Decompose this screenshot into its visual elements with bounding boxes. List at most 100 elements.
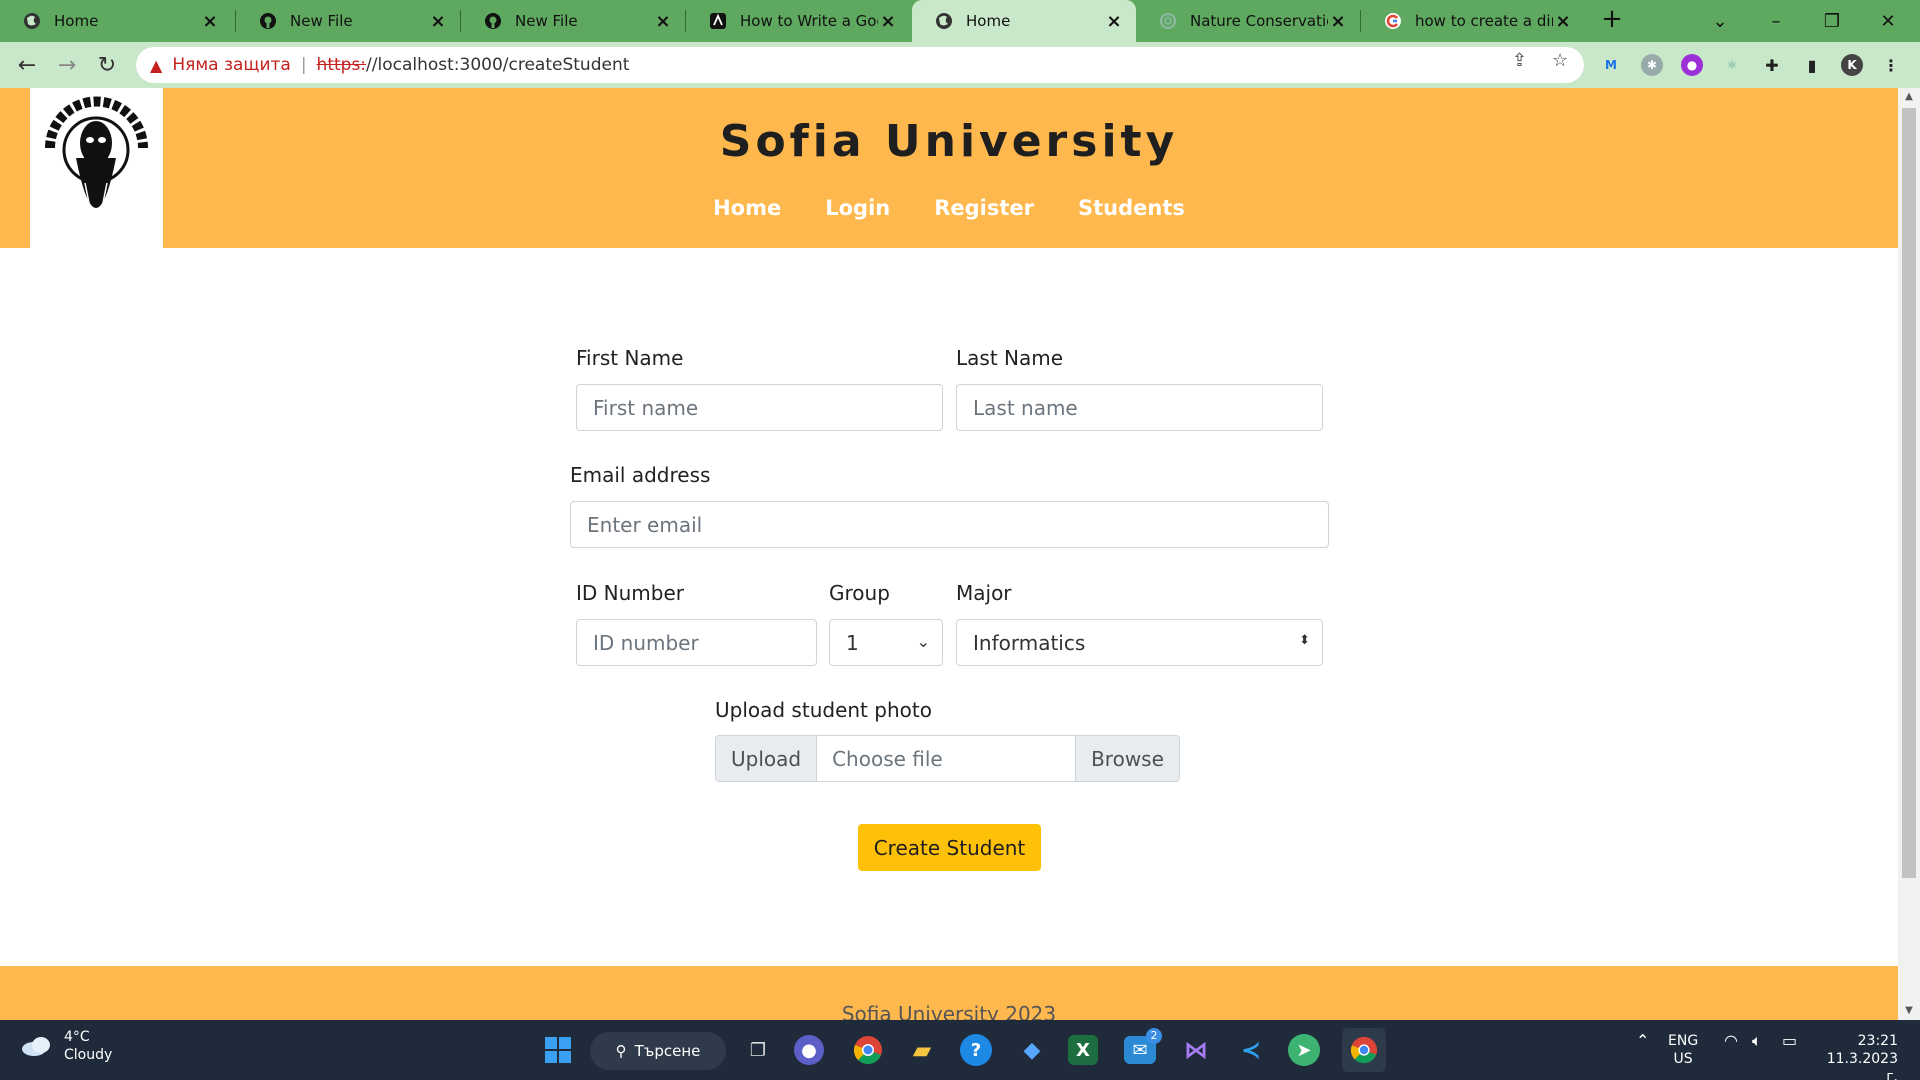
id-number-label: ID Number [576,581,684,605]
page-scrollbar[interactable]: ▲ ▼ [1898,88,1920,1020]
scroll-up-arrow-icon[interactable]: ▲ [1898,88,1920,106]
browse-button[interactable]: Browse [1076,736,1179,781]
tab-nature-conservation[interactable]: Nature Conservation × [1136,0,1360,42]
major-select[interactable]: Informatics ⬍ [956,619,1323,666]
email-label: Email address [570,463,711,487]
security-status[interactable]: Няма защита [172,55,291,75]
scrollbar-thumb[interactable] [1902,108,1916,878]
chrome-icon[interactable] [850,1032,886,1068]
weather-widget[interactable]: 4°C Cloudy [20,1028,112,1064]
extension-purple-icon[interactable]: ● [1681,54,1703,76]
profile-avatar[interactable]: K [1841,54,1863,76]
tab-new-file-1[interactable]: New File × [236,0,460,42]
close-icon[interactable]: × [428,11,448,32]
nav-link-login[interactable]: Login [825,196,890,220]
tab-search-chevron-icon[interactable]: ⌄ [1692,0,1748,42]
language-code: ENG [1668,1033,1699,1049]
windows-taskbar: 4°C Cloudy ⚲ Търсене ❐ ● ▰ ? ◆ X ✉ 2 ⋈ ≺… [0,1020,1920,1080]
page-viewport: Sofia University Home Login Register Stu… [0,88,1898,1020]
menu-kebab-icon[interactable]: ⋮ [1880,54,1902,76]
weather-temperature: 4°C [64,1029,90,1045]
major-label: Major [956,581,1012,605]
minimize-button[interactable]: – [1748,0,1804,42]
nav-link-students[interactable]: Students [1078,196,1185,220]
close-icon[interactable]: × [1553,11,1573,32]
volume-icon[interactable]: 🔈︎ [1752,1032,1762,1050]
copilot-icon[interactable]: ◆ [1014,1032,1050,1068]
close-window-button[interactable]: ✕ [1860,0,1916,42]
visual-studio-icon[interactable]: ⋈ [1178,1032,1214,1068]
scroll-down-arrow-icon[interactable]: ▼ [1898,1002,1920,1020]
file-explorer-icon[interactable]: ▰ [904,1032,940,1068]
warning-icon: ▲ [150,55,163,75]
id-number-input[interactable]: ID number [576,619,817,666]
close-icon[interactable]: × [1104,11,1124,32]
extension-m-icon[interactable]: M [1600,54,1622,76]
email-input[interactable]: Enter email [570,501,1329,548]
photo-upload-label: Upload student photo [715,698,932,722]
openai-icon [1158,11,1178,31]
last-name-placeholder: Last name [973,395,1078,420]
last-name-input[interactable]: Last name [956,384,1323,431]
tray-chevron-up-icon[interactable]: ⌃ [1636,1032,1649,1050]
clock-time: 23:21 [1857,1033,1898,1049]
tab-title: How to Write a Good [740,12,878,30]
share-icon[interactable]: ⇪ [1512,50,1527,71]
id-number-placeholder: ID number [593,630,699,655]
close-icon[interactable]: × [653,11,673,32]
clock[interactable]: 23:21 11.3.2023 г. [1818,1032,1898,1080]
mail-badge: 2 [1146,1028,1162,1044]
battery-icon[interactable]: ▭ [1782,1032,1797,1050]
chevron-down-icon: ⌄ [916,632,930,651]
tab-google-search[interactable]: how to create a direct × [1361,0,1585,42]
close-icon[interactable]: × [200,11,220,32]
university-logo [30,88,163,248]
first-name-placeholder: First name [593,395,699,420]
first-name-label: First Name [576,346,684,370]
bookmark-star-icon[interactable]: ☆ [1552,50,1568,71]
create-student-button[interactable]: Create Student [858,824,1041,871]
windows-start-icon[interactable] [540,1032,576,1068]
close-icon[interactable]: × [878,11,898,32]
language-indicator[interactable]: ENG US [1668,1032,1698,1068]
back-arrow-icon[interactable]: ← [12,50,42,80]
tab-title: New File [290,12,353,30]
site-icon [708,11,728,31]
choose-file-input[interactable]: Choose file [816,736,1077,781]
github-icon [258,11,278,31]
tab-home-1[interactable]: Home × [0,0,232,42]
side-panel-icon[interactable]: ▮ [1801,54,1823,76]
excel-icon[interactable]: X [1068,1035,1098,1065]
email-placeholder: Enter email [587,512,703,537]
taskbar-search[interactable]: ⚲ Търсене [590,1032,726,1070]
restore-button[interactable]: ❐ [1804,0,1860,42]
upload-addon: Upload [716,736,817,781]
teams-chat-icon[interactable]: ● [794,1035,824,1065]
tab-home-active[interactable]: Home × [912,0,1136,42]
group-select[interactable]: 1 ⌄ [829,619,943,666]
site-title: Sofia University [719,116,1179,167]
wifi-icon[interactable]: ◠ [1724,1032,1738,1050]
forward-arrow-icon[interactable]: → [52,50,82,80]
task-view-icon[interactable]: ❐ [740,1032,776,1068]
help-icon[interactable]: ? [960,1034,992,1066]
extensions-puzzle-icon[interactable]: ✚ [1761,54,1783,76]
major-selected-value: Informatics [973,630,1086,655]
new-tab-button[interactable]: + [1598,4,1626,38]
globe-icon [22,11,42,31]
nav-link-register[interactable]: Register [934,196,1034,220]
address-bar[interactable]: ▲ Няма защита | https: //localhost:3000/… [136,47,1584,83]
vscode-icon[interactable]: ≺ [1233,1032,1269,1068]
reload-icon[interactable]: ↻ [92,50,122,80]
close-icon[interactable]: × [1328,11,1348,32]
first-name-input[interactable]: First name [576,384,943,431]
extension-react-icon[interactable]: ⚛ [1721,54,1743,76]
site-nav: Home Login Register Students [0,196,1898,220]
nav-link-home[interactable]: Home [713,196,781,220]
chrome-active-icon[interactable] [1342,1028,1386,1072]
tab-new-file-2[interactable]: New File × [461,0,685,42]
paper-plane-icon[interactable]: ➤ [1288,1034,1320,1066]
extension-bug-icon[interactable]: ✱ [1641,54,1663,76]
tab-how-to-write[interactable]: How to Write a Good × [686,0,910,42]
last-name-label: Last Name [956,346,1064,370]
